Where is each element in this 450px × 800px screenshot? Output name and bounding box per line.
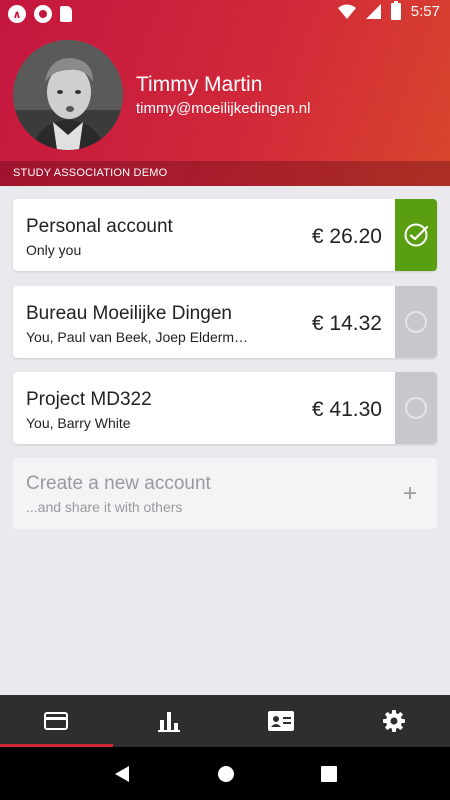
account-members: Only you bbox=[26, 242, 82, 258]
record-notification-icon bbox=[34, 5, 52, 23]
signal-icon bbox=[365, 4, 381, 19]
profile-header: ∧ 5:57 Timmy Martin timmy@moeilijkedinge… bbox=[0, 0, 450, 186]
account-card[interactable]: Bureau Moeilijke Dingen You, Paul van Be… bbox=[13, 286, 437, 358]
account-members: You, Barry White bbox=[26, 415, 131, 431]
recents-icon[interactable] bbox=[321, 765, 337, 782]
bottom-tab-bar bbox=[0, 695, 450, 747]
back-icon[interactable] bbox=[113, 765, 131, 783]
home-icon[interactable] bbox=[217, 765, 235, 783]
user-email: timmy@moeilijkedingen.nl bbox=[136, 100, 311, 117]
empty-circle-icon bbox=[405, 311, 427, 333]
avatar[interactable] bbox=[13, 40, 123, 150]
organization-bar[interactable]: STUDY ASSOCIATION DEMO bbox=[0, 161, 450, 186]
tab-settings[interactable] bbox=[338, 695, 450, 747]
app-notification-icon: ∧ bbox=[8, 5, 26, 23]
battery-icon bbox=[390, 1, 401, 20]
account-select-toggle[interactable] bbox=[395, 372, 437, 444]
account-title: Bureau Moeilijke Dingen bbox=[26, 303, 232, 324]
account-select-toggle[interactable] bbox=[395, 199, 437, 271]
status-bar: ∧ 5:57 bbox=[0, 0, 450, 28]
account-title: Personal account bbox=[26, 216, 173, 237]
create-account-button[interactable]: Create a new account ...and share it wit… bbox=[13, 458, 437, 529]
card-icon bbox=[44, 712, 69, 730]
sd-card-icon bbox=[60, 6, 72, 22]
bar-chart-icon bbox=[157, 712, 180, 732]
account-title: Project MD322 bbox=[26, 389, 152, 410]
id-card-icon bbox=[268, 711, 295, 731]
account-card[interactable]: Personal account Only you € 26.20 bbox=[13, 199, 437, 271]
tab-accounts[interactable] bbox=[0, 695, 113, 747]
system-nav-bar bbox=[0, 747, 450, 800]
create-account-subtitle: ...and share it with others bbox=[26, 499, 183, 515]
account-balance: € 26.20 bbox=[311, 225, 382, 248]
clock: 5:57 bbox=[410, 3, 440, 20]
tab-statistics[interactable] bbox=[113, 695, 226, 747]
account-balance: € 41.30 bbox=[311, 398, 382, 421]
gear-icon bbox=[382, 710, 405, 732]
check-circle-icon bbox=[404, 223, 429, 247]
user-name: Timmy Martin bbox=[136, 73, 263, 96]
account-members: You, Paul van Beek, Joep Elderm… bbox=[26, 329, 249, 345]
wifi-icon bbox=[337, 4, 356, 19]
account-card[interactable]: Project MD322 You, Barry White € 41.30 bbox=[13, 372, 437, 444]
empty-circle-icon bbox=[405, 397, 427, 419]
plus-icon: + bbox=[402, 480, 417, 507]
tab-contacts[interactable] bbox=[225, 695, 338, 747]
organization-label: STUDY ASSOCIATION DEMO bbox=[13, 167, 168, 179]
account-select-toggle[interactable] bbox=[395, 286, 437, 358]
create-account-title: Create a new account bbox=[26, 473, 211, 494]
account-balance: € 14.32 bbox=[311, 312, 382, 335]
